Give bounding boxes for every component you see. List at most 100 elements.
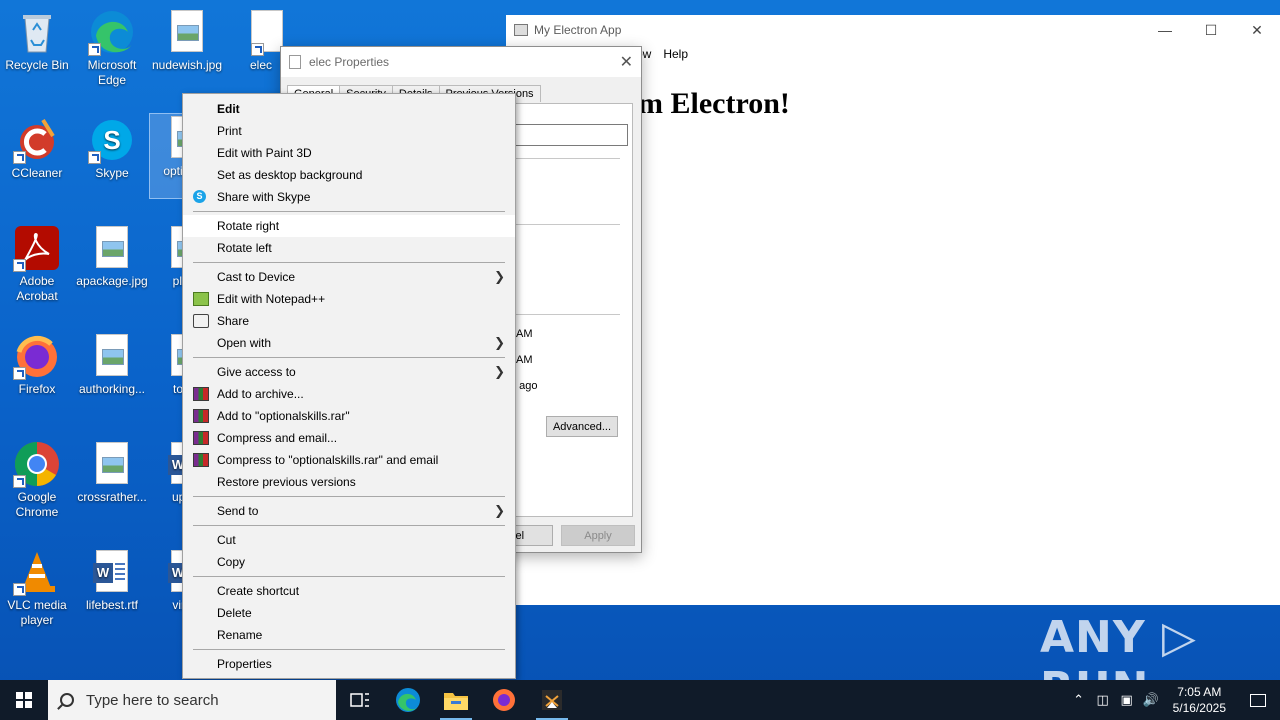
taskbar-electron-app[interactable] (528, 680, 576, 720)
menu-item-delete[interactable]: Delete (183, 602, 515, 624)
action-center-button[interactable] (1236, 693, 1280, 707)
taskbar-search-box[interactable]: Type here to search (48, 680, 336, 720)
taskbar-edge[interactable] (384, 680, 432, 720)
task-view-icon (350, 693, 369, 707)
submenu-arrow-icon: ❯ (494, 335, 505, 350)
menu-item-label: Properties (217, 657, 272, 671)
menu-item-open-with[interactable]: Open with ❯ (183, 332, 515, 354)
taskbar-file-explorer[interactable] (432, 680, 480, 720)
menu-item-give-access[interactable]: Give access to ❯ (183, 361, 515, 383)
menu-help[interactable]: Help (663, 47, 688, 61)
winrar-icon (193, 409, 209, 423)
menu-item-label: Print (217, 124, 242, 138)
menu-item-share-skype[interactable]: S Share with Skype (183, 186, 515, 208)
menu-item-rotate-left[interactable]: Rotate left (183, 237, 515, 259)
image-file-icon (163, 8, 211, 56)
apply-button[interactable]: Apply (561, 525, 635, 546)
desktop-icon-ccleaner[interactable]: CCleaner (0, 116, 74, 181)
close-button[interactable]: ✕ (1234, 15, 1280, 45)
desktop-icon-label: Google Chrome (15, 490, 59, 519)
volume-icon[interactable]: 🔊 (1139, 692, 1163, 708)
menu-item-add-to-rar[interactable]: Add to "optionalskills.rar" (183, 405, 515, 427)
menu-item-rotate-right[interactable]: Rotate right (183, 215, 515, 237)
window-controls: — ☐ ✕ (1142, 15, 1280, 45)
properties-titlebar[interactable]: elec Properties (281, 47, 641, 77)
menu-item-share[interactable]: Share (183, 310, 515, 332)
menu-item-label: Cut (217, 533, 236, 547)
properties-close-button[interactable]: ✕ (620, 52, 633, 72)
menu-item-label: Compress and email... (217, 431, 338, 445)
menu-item-cut[interactable]: Cut (183, 529, 515, 551)
menu-item-send-to[interactable]: Send to ❯ (183, 500, 515, 522)
menu-separator (193, 357, 505, 358)
menu-separator (193, 649, 505, 650)
tray-overflow-chevron-icon[interactable]: ⌃ (1067, 692, 1091, 708)
desktop-icon-label: nudewish.jpg (151, 58, 223, 72)
desktop-icon-apackage[interactable]: apackage.jpg (75, 224, 149, 289)
desktop-icon-nudewish[interactable]: nudewish.jpg (150, 8, 224, 73)
menu-item-print[interactable]: Print (183, 120, 515, 142)
network-icon[interactable]: ▣ (1115, 692, 1139, 708)
word-document-icon: W (88, 548, 136, 596)
shortcut-arrow-icon (13, 475, 26, 488)
menu-item-label: Share (217, 314, 250, 328)
taskbar-firefox[interactable] (480, 680, 528, 720)
shortcut-arrow-icon (13, 151, 26, 164)
desktop-icon-vlc[interactable]: VLC media player (0, 548, 74, 628)
divider (514, 158, 620, 159)
menu-item-edit-paint3d[interactable]: Edit with Paint 3D (183, 142, 515, 164)
menu-item-rename[interactable]: Rename (183, 624, 515, 646)
desktop-icon-label: Microsoft Edge (87, 58, 137, 87)
properties-title: elec Properties (309, 55, 390, 69)
shortcut-arrow-icon (251, 43, 264, 56)
menu-item-compress-email[interactable]: Compress and email... (183, 427, 515, 449)
menu-item-label: Create shortcut (217, 584, 300, 598)
menu-separator (193, 262, 505, 263)
electron-window-title: My Electron App (534, 23, 622, 37)
task-view-button[interactable] (336, 680, 384, 720)
created-time: AM (516, 328, 533, 340)
blank-file-icon (237, 8, 285, 56)
desktop-icon-authorking[interactable]: authorking... (75, 332, 149, 397)
menu-item-create-shortcut[interactable]: Create shortcut (183, 580, 515, 602)
filename-field[interactable] (514, 124, 628, 146)
search-icon (60, 693, 74, 707)
menu-item-label: Copy (217, 555, 246, 569)
desktop-icon-adobe-acrobat[interactable]: Adobe Acrobat (0, 224, 74, 304)
desktop-icon-lifebest[interactable]: W lifebest.rtf (75, 548, 149, 613)
image-file-icon (88, 332, 136, 380)
minimize-button[interactable]: — (1142, 15, 1188, 45)
menu-item-label: Set as desktop background (217, 168, 363, 182)
electron-menubar: ow Help (636, 47, 688, 61)
menu-item-cast-to-device[interactable]: Cast to Device ❯ (183, 266, 515, 288)
menu-item-edit-notepadpp[interactable]: Edit with Notepad++ (183, 288, 515, 310)
winrar-icon (193, 387, 209, 401)
menu-item-copy[interactable]: Copy (183, 551, 515, 573)
vlc-cone-icon (13, 548, 61, 596)
desktop-icon-label: VLC media player (7, 598, 67, 627)
start-button[interactable] (0, 680, 48, 720)
menu-item-set-background[interactable]: Set as desktop background (183, 164, 515, 186)
meet-now-icon[interactable]: ◫ (1091, 692, 1115, 708)
notification-icon (1250, 693, 1266, 707)
share-icon (193, 314, 209, 328)
desktop-icon-recycle-bin[interactable]: Recycle Bin (0, 8, 74, 73)
desktop-icon-crossrather[interactable]: crossrather... (75, 440, 149, 505)
menu-separator (193, 496, 505, 497)
taskbar-clock[interactable]: 7:05 AM 5/16/2025 (1163, 684, 1236, 716)
menu-item-compress-rar-email[interactable]: Compress to "optionalskills.rar" and ema… (183, 449, 515, 471)
menu-item-restore-versions[interactable]: Restore previous versions (183, 471, 515, 493)
menu-item-properties[interactable]: Properties (183, 653, 515, 675)
desktop-icon-edge[interactable]: Microsoft Edge (75, 8, 149, 88)
firefox-icon (13, 332, 61, 380)
menu-item-edit[interactable]: Edit (183, 98, 515, 120)
advanced-button[interactable]: Advanced... (546, 416, 618, 437)
divider (514, 314, 620, 315)
menu-item-add-to-archive[interactable]: Add to archive... (183, 383, 515, 405)
maximize-button[interactable]: ☐ (1188, 15, 1234, 45)
menu-item-label: Rotate left (217, 241, 272, 255)
desktop-icon-firefox[interactable]: Firefox (0, 332, 74, 397)
menu-item-label: Open with (217, 336, 272, 350)
desktop-icon-google-chrome[interactable]: Google Chrome (0, 440, 74, 520)
desktop-icon-skype[interactable]: S Skype (75, 116, 149, 181)
